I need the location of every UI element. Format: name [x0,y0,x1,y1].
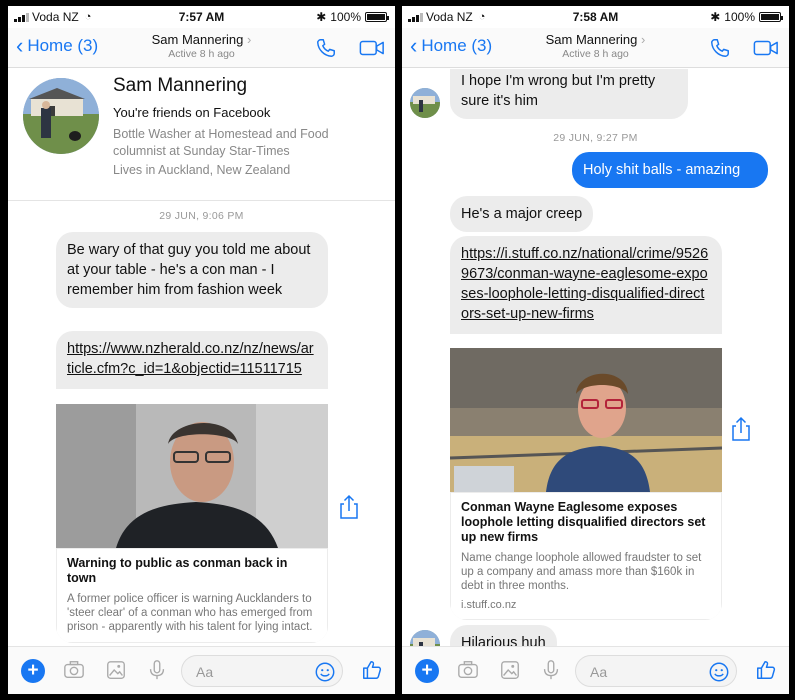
video-icon[interactable] [359,38,385,58]
link-message[interactable]: https://i.stuff.co.nz/national/crime/952… [450,236,722,334]
plus-icon[interactable]: + [21,659,45,683]
chevron-right-icon: › [247,32,252,47]
friends-status: You're friends on Facebook [113,105,271,120]
input-placeholder: Aa [590,664,608,680]
card-description: A former police officer is warning Auckl… [67,593,313,633]
contact-name: Sam Mannering [545,32,638,47]
link-preview-card[interactable]: Conman Wayne Eaglesome exposes loophole … [450,348,722,620]
profile-header: Sam Mannering You're friends on Facebook… [8,69,395,201]
image-icon[interactable] [105,659,127,681]
card-title: Conman Wayne Eaglesome exposes loophole … [461,500,706,544]
contact-name: Sam Mannering [151,32,244,47]
image-icon[interactable] [499,659,521,681]
share-icon[interactable] [338,494,360,520]
camera-icon[interactable] [63,659,85,681]
battery-percent: 100% [724,10,755,24]
conversation-header: ‹ Home (3) Sam Mannering › Active 8 h ag… [8,28,395,68]
profile-location: Lives in Auckland, New Zealand [113,163,291,177]
battery-icon [365,12,389,22]
bluetooth-icon: ✱ [316,10,327,24]
sender-avatar [410,88,440,118]
left-screenshot: Voda NZ ◔ 7:57 AM ✱ 100% ‹ Home (3) Sam … [8,6,395,694]
status-bar: Voda NZ ◔ 7:58 AM ✱ 100% [402,6,789,28]
card-title: Warning to public as conman back in town [67,556,288,585]
conversation-header: ‹ Home (3) Sam Mannering › Active 8 h ag… [402,28,789,68]
article-image [56,404,328,548]
incoming-message[interactable]: Be wary of that guy you told me about at… [56,232,328,308]
profile-photo[interactable] [23,78,99,154]
message-input[interactable]: Aa [181,655,343,687]
card-domain: i.stuff.co.nz [461,599,517,611]
emoji-icon[interactable] [314,661,336,683]
chevron-right-icon: › [641,32,646,47]
link-url[interactable]: https://www.nzherald.co.nz/nz/news/artic… [67,341,314,377]
sender-avatar [410,630,440,646]
incoming-message[interactable]: Hilarious huh [450,625,557,646]
right-screenshot: Voda NZ ◔ 7:58 AM ✱ 100% ‹ Home (3) Sam … [402,6,789,694]
message-thread[interactable]: Sam Mannering You're friends on Facebook… [8,69,395,646]
thumbs-up-icon[interactable] [755,658,777,682]
battery-icon [759,12,783,22]
incoming-message[interactable]: I hope I'm wrong but I'm pretty sure it'… [450,69,688,119]
link-preview-card[interactable]: Warning to public as conman back in town… [56,404,328,643]
profile-name: Sam Mannering [113,75,248,96]
composer-bar: + Aa [8,646,395,694]
emoji-icon[interactable] [708,661,730,683]
card-description: Name change loophole allowed fraudster t… [461,552,702,592]
message-timestamp: 29 JUN, 9:27 PM [553,132,638,144]
bluetooth-icon: ✱ [710,10,721,24]
status-bar: Voda NZ ◔ 7:57 AM ✱ 100% [8,6,395,28]
thumbs-up-icon[interactable] [361,658,383,682]
camera-icon[interactable] [457,659,479,681]
article-image [450,348,722,492]
profile-job: Bottle Washer at Homestead and Food colu… [113,127,329,158]
link-message[interactable]: https://www.nzherald.co.nz/nz/news/artic… [56,331,328,389]
share-icon[interactable] [730,416,752,442]
message-timestamp: 29 JUN, 9:06 PM [159,210,244,222]
microphone-icon[interactable] [540,659,562,681]
outgoing-message[interactable]: Holy shit balls - amazing [572,152,768,188]
phone-icon[interactable] [315,37,337,59]
message-thread[interactable]: I hope I'm wrong but I'm pretty sure it'… [402,69,789,646]
incoming-message[interactable]: He's a major creep [450,196,594,232]
plus-icon[interactable]: + [415,659,439,683]
link-url[interactable]: https://i.stuff.co.nz/national/crime/952… [461,246,708,322]
input-placeholder: Aa [196,664,214,680]
video-icon[interactable] [753,38,779,58]
microphone-icon[interactable] [146,659,168,681]
battery-percent: 100% [330,10,361,24]
message-input[interactable]: Aa [575,655,737,687]
phone-icon[interactable] [709,37,731,59]
composer-bar: + Aa [402,646,789,694]
